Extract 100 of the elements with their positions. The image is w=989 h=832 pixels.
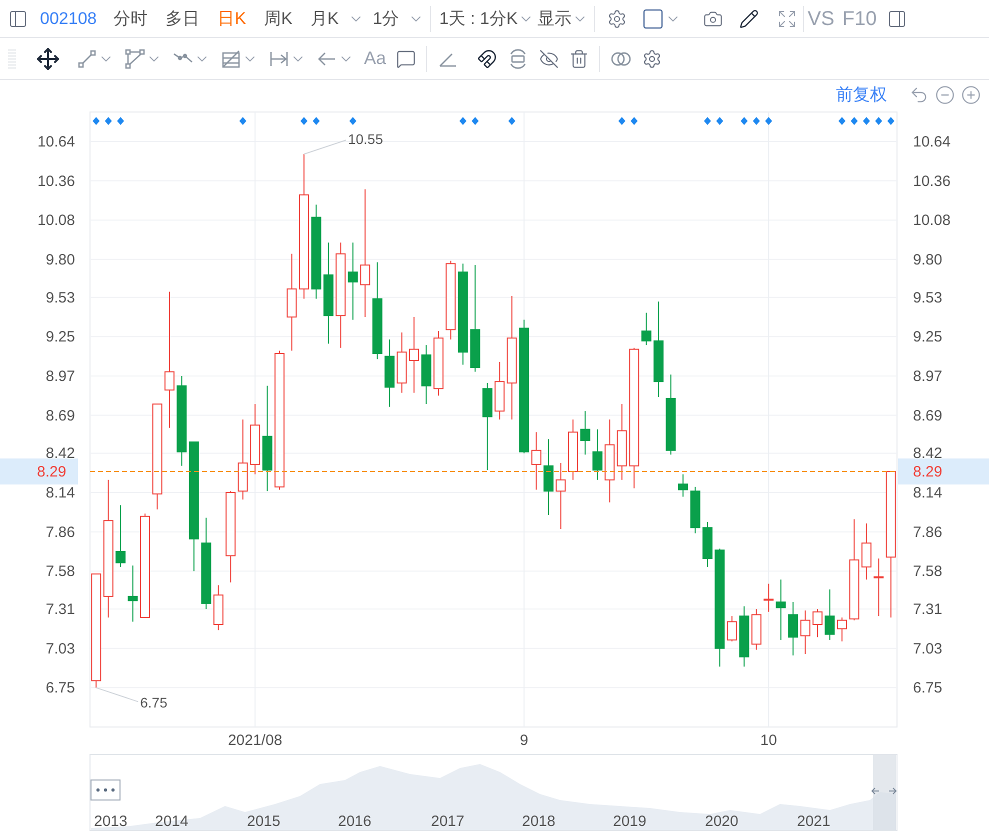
candlestick [836,616,847,642]
candlestick [861,522,872,580]
year-label: 2017 [431,813,464,830]
y-axis-label: 6.75 [913,680,942,697]
stock-code: 002108 [40,8,97,30]
y-axis-label: 8.69 [913,407,942,424]
event-marker-icon[interactable] [459,117,466,125]
magnet-icon[interactable] [477,48,498,68]
event-marker-icon[interactable] [862,117,870,125]
y-axis-label: 10.64 [37,133,75,150]
square-icon[interactable] [640,6,665,30]
event-marker-icon[interactable] [239,117,246,125]
zoom-out-icon[interactable] [935,85,955,105]
price-tag: 8.29 [0,458,78,484]
event-marker-icon[interactable] [752,117,760,125]
eye-off-icon[interactable] [539,48,560,68]
year-label: 2016 [338,813,372,830]
y-axis-label: 9.53 [913,289,942,306]
period-tab[interactable]: 1分 [364,6,408,32]
period-tab[interactable]: 周K [255,6,302,32]
y-axis-label: 10.08 [37,212,75,230]
candlestick [874,558,884,617]
candlestick [702,522,712,568]
y-axis-label: 9.25 [46,328,75,346]
y-axis-label: 9.80 [913,251,942,268]
line-segment-icon[interactable] [76,48,98,70]
year-label: 2015 [247,813,280,830]
comment-icon[interactable] [396,48,416,68]
trash-icon[interactable] [569,48,590,68]
y-axis-label: 9.80 [46,251,75,268]
period-tab[interactable]: 多日 [156,6,209,32]
y-axis-label: 7.03 [46,640,75,658]
candlestick [764,583,774,612]
y-axis-label: 8.69 [46,407,75,424]
event-marker-icon[interactable] [92,117,100,125]
year-label: 2020 [705,813,738,830]
event-marker-icon[interactable] [300,117,308,125]
event-marker-icon[interactable] [716,117,724,125]
event-marker-icon[interactable] [740,117,748,125]
candlestick [739,606,750,668]
candlestick [116,504,126,568]
event-marker-icon[interactable] [838,117,846,125]
event-marker-icon[interactable] [850,117,858,125]
left-arrow-icon[interactable] [871,788,880,794]
year-label: 2019 [613,813,646,830]
price-label: 10.55 [348,131,384,148]
panel-toggle-icon[interactable] [886,8,907,28]
y-axis-label: 7.58 [913,563,942,580]
y-axis-label: 8.97 [913,368,942,385]
event-marker-icon[interactable] [117,117,124,125]
y-axis-label: 8.14 [46,484,75,502]
price-adjust-link[interactable]: 前复权 [836,82,887,108]
zoom-in-icon[interactable] [961,85,981,105]
period-tab[interactable]: 分时 [104,6,157,32]
event-marker-icon[interactable] [887,117,894,125]
pencil-icon[interactable] [738,8,759,28]
y-axis-label: 7.58 [46,563,75,580]
chart-grid-icon[interactable] [220,48,242,70]
undo-icon[interactable] [909,85,929,105]
event-marker-icon[interactable] [349,117,356,125]
move-icon[interactable] [36,46,60,70]
event-marker-icon[interactable] [104,117,112,125]
year-label: 2021 [797,813,830,830]
year-label: 2013 [94,813,128,830]
event-marker-icon[interactable] [765,117,772,125]
y-axis-label: 8.14 [913,484,942,502]
event-marker-icon[interactable] [472,117,479,125]
drag-handle-icon[interactable] [8,48,16,70]
ref-line-label: 8.29 [37,463,66,480]
sidebar-toggle-icon[interactable] [8,8,28,28]
more-button[interactable] [90,780,120,800]
settings-icon[interactable] [606,8,627,28]
period-tab[interactable]: 月K [301,6,348,32]
x-axis-label: 10 [760,732,777,749]
event-marker-icon[interactable] [312,117,320,125]
event-marker-icon[interactable] [618,117,626,125]
y-axis-label: 10.08 [913,212,951,230]
event-marker-icon[interactable] [630,117,638,125]
candlestick [751,608,762,650]
y-axis-label: 6.75 [46,680,75,697]
interval-dropdown[interactable]: 1天 : 1分K [439,6,518,32]
y-axis-label: 10.64 [913,133,951,150]
display-dropdown[interactable]: 显示 [538,6,572,32]
x-axis-label: 2021/08 [228,732,282,749]
y-axis-label: 7.31 [46,601,75,618]
settings-icon[interactable] [642,48,662,68]
y-axis-label: 7.03 [913,640,942,658]
year-label: 2018 [522,813,556,830]
fullscreen-icon[interactable] [776,8,797,28]
event-marker-icon[interactable] [875,117,882,125]
price-tag: 8.29 [898,458,989,484]
event-marker-icon[interactable] [508,117,516,125]
right-arrow-icon[interactable] [888,788,897,794]
year-label: 2014 [155,813,188,830]
triangle-icon[interactable] [124,48,146,70]
event-marker-icon[interactable] [704,117,711,125]
y-axis-label: 7.31 [913,601,942,618]
price-label: 6.75 [140,694,168,711]
y-axis-label: 7.86 [46,524,75,541]
leader-line [303,140,346,155]
